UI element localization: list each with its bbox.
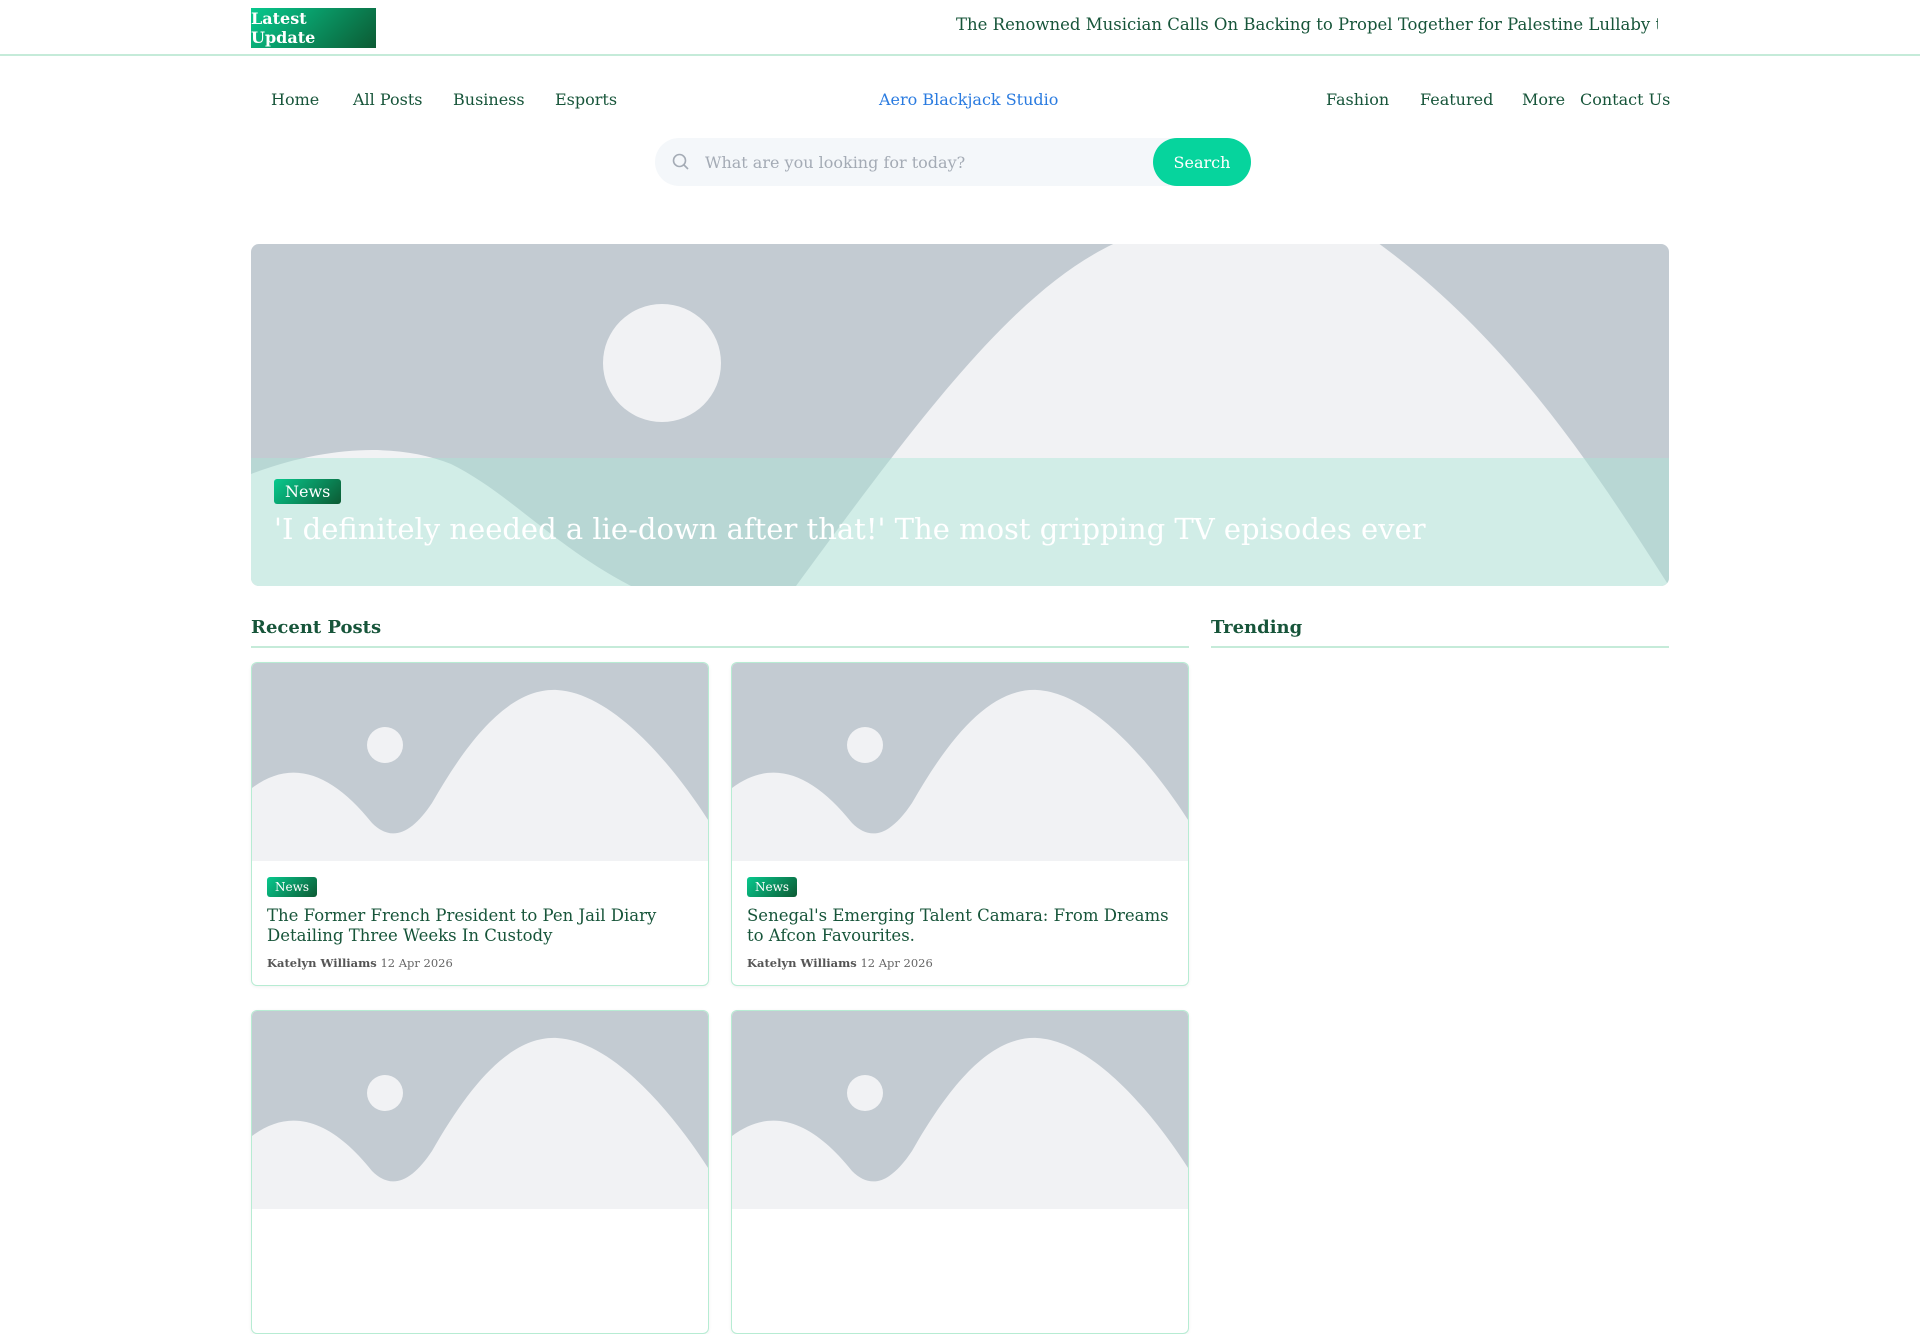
placeholder-image-icon bbox=[252, 1011, 708, 1209]
hero-title[interactable]: 'I definitely needed a lie-down after th… bbox=[274, 512, 1426, 546]
nav-all-posts[interactable]: All Posts bbox=[353, 90, 422, 109]
post-title[interactable]: The Former French President to Pen Jail … bbox=[267, 906, 692, 946]
nav-contact-us[interactable]: Contact Us bbox=[1580, 90, 1670, 109]
recent-posts-heading: Recent Posts bbox=[251, 617, 1189, 648]
top-bar: Latest Update The Renowned Musician Call… bbox=[0, 0, 1920, 56]
post-date: 12 Apr 2026 bbox=[380, 956, 453, 970]
post-card[interactable] bbox=[251, 1010, 709, 1334]
placeholder-image-icon bbox=[732, 1011, 1188, 1209]
search-icon bbox=[672, 153, 689, 170]
nav-fashion[interactable]: Fashion bbox=[1326, 90, 1389, 109]
search-bar: Search bbox=[655, 138, 1251, 186]
post-card[interactable] bbox=[731, 1010, 1189, 1334]
category-badge[interactable]: News bbox=[267, 877, 318, 897]
search-button[interactable]: Search bbox=[1153, 138, 1251, 186]
site-brand[interactable]: Aero Blackjack Studio bbox=[879, 90, 1058, 109]
nav-esports[interactable]: Esports bbox=[555, 90, 617, 109]
post-card[interactable]: News The Former French President to Pen … bbox=[251, 662, 709, 986]
post-card[interactable]: News Senegal's Emerging Talent Camara: F… bbox=[731, 662, 1189, 986]
news-ticker[interactable]: The Renowned Musician Calls On Backing t… bbox=[956, 15, 1658, 34]
category-badge[interactable]: News bbox=[274, 479, 342, 504]
nav-home[interactable]: Home bbox=[271, 90, 319, 109]
trending-heading: Trending bbox=[1211, 617, 1669, 648]
post-title[interactable]: Senegal's Emerging Talent Camara: From D… bbox=[747, 906, 1172, 946]
nav-business[interactable]: Business bbox=[453, 90, 525, 109]
category-badge[interactable]: News bbox=[747, 877, 798, 897]
hero-featured-post[interactable]: News 'I definitely needed a lie-down aft… bbox=[251, 244, 1669, 586]
nav-featured[interactable]: Featured bbox=[1420, 90, 1493, 109]
post-author[interactable]: Katelyn Williams bbox=[267, 956, 377, 970]
nav-more[interactable]: More bbox=[1522, 90, 1565, 109]
search-input[interactable] bbox=[705, 150, 1155, 174]
post-date: 12 Apr 2026 bbox=[860, 956, 933, 970]
placeholder-image-icon bbox=[732, 663, 1188, 861]
post-author[interactable]: Katelyn Williams bbox=[747, 956, 857, 970]
placeholder-image-icon bbox=[252, 663, 708, 861]
latest-update-badge: Latest Update bbox=[251, 8, 376, 48]
